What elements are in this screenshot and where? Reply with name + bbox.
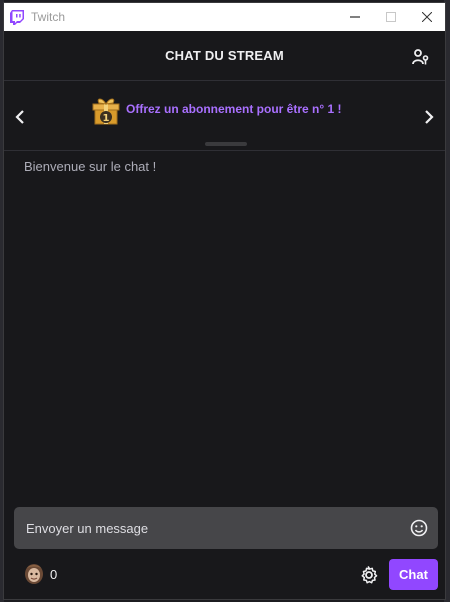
chat-message-list: Bienvenue sur le chat ! <box>4 151 445 501</box>
banner-prev-button[interactable] <box>10 105 30 129</box>
emote-picker-button[interactable] <box>408 517 430 539</box>
gift-badge-number: 1 <box>103 113 110 124</box>
window-title: Twitch <box>31 10 66 24</box>
chat-message-input[interactable] <box>14 519 408 537</box>
gift-sub-banner: 1 Offrez un abonnement pour être n° 1 ! <box>4 81 445 151</box>
send-chat-button[interactable]: Chat <box>389 559 438 590</box>
close-icon <box>422 12 432 22</box>
banner-collapse-handle[interactable] <box>205 142 247 146</box>
chat-footer: 0 Chat <box>4 557 445 593</box>
maximize-button[interactable] <box>373 3 409 31</box>
channel-points-button[interactable]: 0 <box>24 563 57 585</box>
community-icon <box>412 49 429 65</box>
twitch-logo-icon <box>9 9 25 25</box>
welcome-message: Bienvenue sur le chat ! <box>24 159 157 174</box>
channel-points-icon <box>24 563 44 585</box>
chat-input-container[interactable] <box>14 507 438 549</box>
close-button[interactable] <box>409 3 445 31</box>
gift-icon: 1 <box>90 93 122 125</box>
window-titlebar[interactable]: Twitch <box>4 3 445 31</box>
community-button[interactable] <box>409 45 433 69</box>
popout-chat-window: Twitch CHAT DU STREAM 1 Offrez un abonne… <box>3 2 446 600</box>
minimize-button[interactable] <box>337 3 373 31</box>
gift-sub-promo-text: Offrez un abonnement pour être n° 1 ! <box>126 102 342 116</box>
gear-icon <box>361 566 378 584</box>
chat-settings-button[interactable] <box>358 564 380 586</box>
emote-icon <box>410 519 428 537</box>
chat-header: CHAT DU STREAM <box>4 31 445 81</box>
banner-next-button[interactable] <box>419 105 439 129</box>
maximize-icon <box>386 12 396 22</box>
minimize-icon <box>350 16 360 18</box>
channel-points-count: 0 <box>50 566 58 582</box>
gift-sub-promo[interactable]: 1 Offrez un abonnement pour être n° 1 ! <box>90 93 341 125</box>
chevron-right-icon <box>425 110 434 124</box>
chevron-left-icon <box>15 110 24 124</box>
chat-title: CHAT DU STREAM <box>165 48 284 63</box>
